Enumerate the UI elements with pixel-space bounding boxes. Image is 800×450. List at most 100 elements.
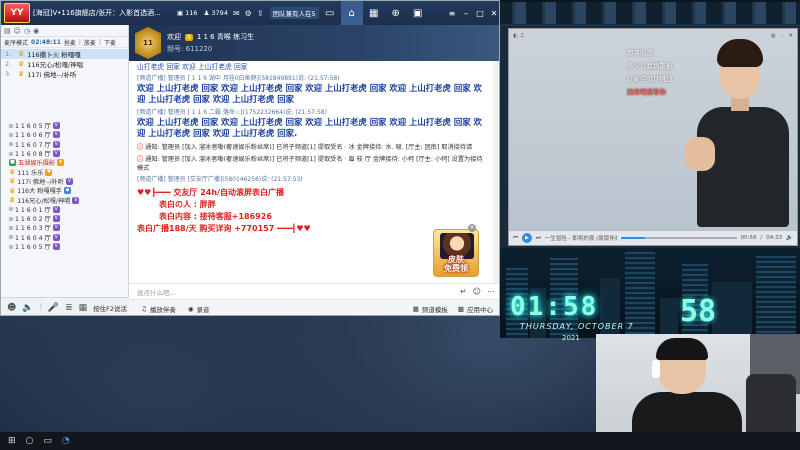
- room-header: 11 欢迎 9 1 1 6 青喉 练习生 频号: 611220: [129, 25, 499, 61]
- broadcast-message: 欢迎 上山打老虎 回家 欢迎 上山打老虎 回家 欢迎 上山打老虎 回家 欢迎 上…: [137, 83, 482, 105]
- channel-sidebar: ▤ ☺ ◷ ◉ 麦序模式 02:48:11 抢麦 | 放麦 | 下麦 1. ♛ 11…: [1, 25, 129, 297]
- crown-icon: ♛: [18, 50, 25, 58]
- chat-input[interactable]: 说点什么吧... ↵ ☺ ⋯: [129, 283, 499, 299]
- list-item[interactable]: ♛ 116兄心/松嘎/神唱 V: [1, 195, 128, 205]
- player-logo-icon: ◐ ♫: [513, 33, 525, 39]
- close-icon[interactable]: ✕: [487, 9, 499, 18]
- list-item[interactable]: 1 1 6 0 4 厅V: [1, 233, 128, 242]
- record-icon: ◉: [187, 304, 194, 313]
- pin-icon[interactable]: ◉: [33, 27, 39, 35]
- gear-icon[interactable]: ⚙: [245, 9, 252, 18]
- sliders-icon[interactable]: ≣: [65, 303, 73, 313]
- room-name: 1 1 6 青喉 练习生: [196, 33, 255, 41]
- list-item[interactable]: ♛ 111 乐乐 ♥: [1, 167, 128, 177]
- push-to-talk-label[interactable]: 按住F2说话: [93, 303, 127, 313]
- badge-icon: V: [52, 215, 60, 223]
- speaker-icon[interactable]: 🔈: [22, 303, 33, 313]
- mic-mode-row: 麦序模式 02:48:11 抢麦 | 放麦 | 下麦: [1, 37, 128, 48]
- window-title: [海冠]V•116旗舰店/张开：入影首选酒...: [33, 9, 161, 17]
- message-meta: [频道广播] 管理员 [交友厅广播](580146258)说: (21:57:5…: [137, 175, 303, 183]
- search-icon[interactable]: ○: [26, 436, 34, 446]
- minimize-icon[interactable]: –: [459, 9, 473, 18]
- badge-icon: ♥: [45, 168, 53, 176]
- push-to-talk-icon[interactable]: ▦: [79, 303, 88, 313]
- folder-icon[interactable]: ▤: [4, 27, 11, 35]
- crown-icon: ♛: [9, 168, 16, 177]
- notice-icon: ⓘ: [137, 155, 144, 163]
- message-meta: [频道广播] 管理员 [ 1 1 6 湖中 月桂0白鱼鹅](581849891)…: [137, 75, 340, 82]
- crown-icon: ♛: [18, 60, 25, 68]
- user-icon[interactable]: ☺: [14, 27, 21, 35]
- music-player-window: ◐ ♫ ◍ – ✕ 即将的夜 多少让我再重振 让星空见证挑战 回来吧我等你 ⏮ …: [508, 28, 798, 246]
- avatar-icon[interactable]: ☻: [7, 303, 16, 313]
- list-item[interactable]: 1 1 6 0 5 厅V: [1, 121, 128, 130]
- next-icon[interactable]: ⏭: [536, 235, 541, 242]
- list-item[interactable]: 1 1 6 0 5 厅V: [1, 242, 128, 251]
- free-skin-ad[interactable]: ✕ 皮肤 免费领: [433, 224, 479, 277]
- edge-browser-icon[interactable]: ◔: [62, 436, 70, 446]
- maximize-icon[interactable]: □: [473, 9, 487, 18]
- list-item[interactable]: 1 1 6 0 3 厅V: [1, 223, 128, 232]
- list-item[interactable]: 1 1 6 0 1 厅V: [1, 205, 128, 214]
- badge-icon: ◆: [64, 187, 71, 195]
- screen-icon[interactable]: ▭: [319, 1, 341, 25]
- progress-bar[interactable]: [620, 237, 737, 239]
- enter-icon[interactable]: ↵: [460, 287, 467, 296]
- channel-chip[interactable]: 团队兼有人在5: [269, 7, 319, 19]
- prev-icon[interactable]: ⏮: [513, 235, 518, 242]
- queue-item[interactable]: 2. ♛ 116兄心/松嘎/神唱: [1, 59, 128, 69]
- channel-template-button[interactable]: ▦ 频道模板: [413, 304, 448, 314]
- chat-messages: 山打老虎 回家 欢迎 上山打老虎 回家 [频道广播] 管理员 [ 1 1 6 湖…: [129, 61, 499, 283]
- notice-message: ⓘ 通知: 管理员 [加入 溜冰者嘞(奢速娱乐粉丝席)] 已将子频道[1] 提取…: [137, 143, 473, 151]
- member-count: ♟ 3794: [203, 9, 228, 17]
- badge-icon: V: [52, 233, 60, 241]
- queue-item[interactable]: 1. ♛ 116撒卜火 粉嘎嘎: [1, 49, 128, 59]
- home-tab[interactable]: ⌂: [340, 1, 363, 25]
- sidebar-tools: ▤ ☺ ◷ ◉: [1, 25, 128, 37]
- members-icon: ♟: [203, 9, 210, 17]
- player-controls: ⏮ ▶ ⏭ 一生冒险 - 即将的夜 (原版伴奏) 00:58 / 04:33 🔊: [509, 231, 797, 245]
- mic-queue: 1. ♛ 116撒卜火 粉嘎嘎 2. ♛ 116兄心/松嘎/神唱 3. ♛ 117i 佛地-…: [1, 48, 128, 80]
- record-button[interactable]: ◉ 录音: [188, 304, 210, 314]
- headphones-icon: [652, 360, 660, 378]
- list-item[interactable]: 1 1 6 0 6 厅V: [1, 130, 128, 139]
- crown-icon: ♛: [9, 196, 16, 205]
- grid-tab[interactable]: ▦: [363, 1, 385, 25]
- group-icon: ■: [9, 159, 16, 167]
- close-icon[interactable]: ✕: [468, 224, 476, 232]
- play-button[interactable]: ▶: [521, 233, 532, 243]
- mail-icon[interactable]: ✉: [233, 9, 240, 18]
- app-center-button[interactable]: ▩ 应用中心: [458, 304, 493, 314]
- queue-item[interactable]: 3. ♛ 117i 佛地--/补听: [1, 69, 128, 79]
- list-item[interactable]: 1 1 6 0 7 厅V: [1, 140, 128, 149]
- game-tab[interactable]: ⊕: [385, 1, 407, 25]
- overlay-year: 2021: [562, 334, 580, 342]
- accompaniment-button[interactable]: ♫ 播放伴奏: [141, 304, 176, 314]
- bottom-toolbar: ♫ 播放伴奏 ◉ 录音 ▦ 频道模板 ▩ 应用中心: [129, 299, 499, 315]
- share-icon[interactable]: ⇪: [257, 9, 264, 18]
- clock-icon[interactable]: ◷: [24, 27, 30, 35]
- bag-tab[interactable]: ▣: [407, 1, 429, 25]
- menu-icon[interactable]: ≡: [445, 9, 459, 18]
- room-emblem-icon: 11: [135, 27, 161, 59]
- list-item[interactable]: 1 1 6 0 2 厅V: [1, 214, 128, 223]
- room-id: 频号: 611220: [167, 45, 213, 53]
- windows-start-icon[interactable]: ⊞: [8, 436, 16, 446]
- app-logo: YY: [4, 3, 30, 23]
- apps-icon: ▩: [457, 304, 464, 313]
- mixer-icon[interactable]: ⫶: [40, 303, 42, 313]
- overlay-clock: 01:58: [510, 292, 599, 322]
- singer-photo: [679, 37, 799, 233]
- emoji-icon[interactable]: ☺: [473, 287, 481, 296]
- sidebar-bottom-bar: ☻ 🔈 ⫶ 🎤 ≣ ▦ 按住F2说话: [1, 297, 129, 315]
- list-item[interactable]: ♛ 117i 佛地·-/补听 V: [1, 177, 128, 186]
- promo-message: ♥♥┣━━━ 交友厅 24h/自动滚屏表白广播 表白の人 : 胖胖 表白内容 :…: [137, 187, 311, 233]
- list-item[interactable]: ■ 五湖娱乐摄影 ★: [1, 158, 128, 167]
- task-view-icon[interactable]: ▭: [43, 436, 52, 446]
- level-badge: 9: [185, 33, 193, 41]
- list-item[interactable]: 1 1 6 0 8 厅V: [1, 149, 128, 158]
- volume-icon[interactable]: 🔊: [786, 235, 793, 241]
- more-icon[interactable]: ⋯: [487, 287, 495, 296]
- list-item[interactable]: ♛ 116大 粉嘎嘎手 ◆: [1, 186, 128, 195]
- mic-icon[interactable]: 🎤: [48, 303, 59, 313]
